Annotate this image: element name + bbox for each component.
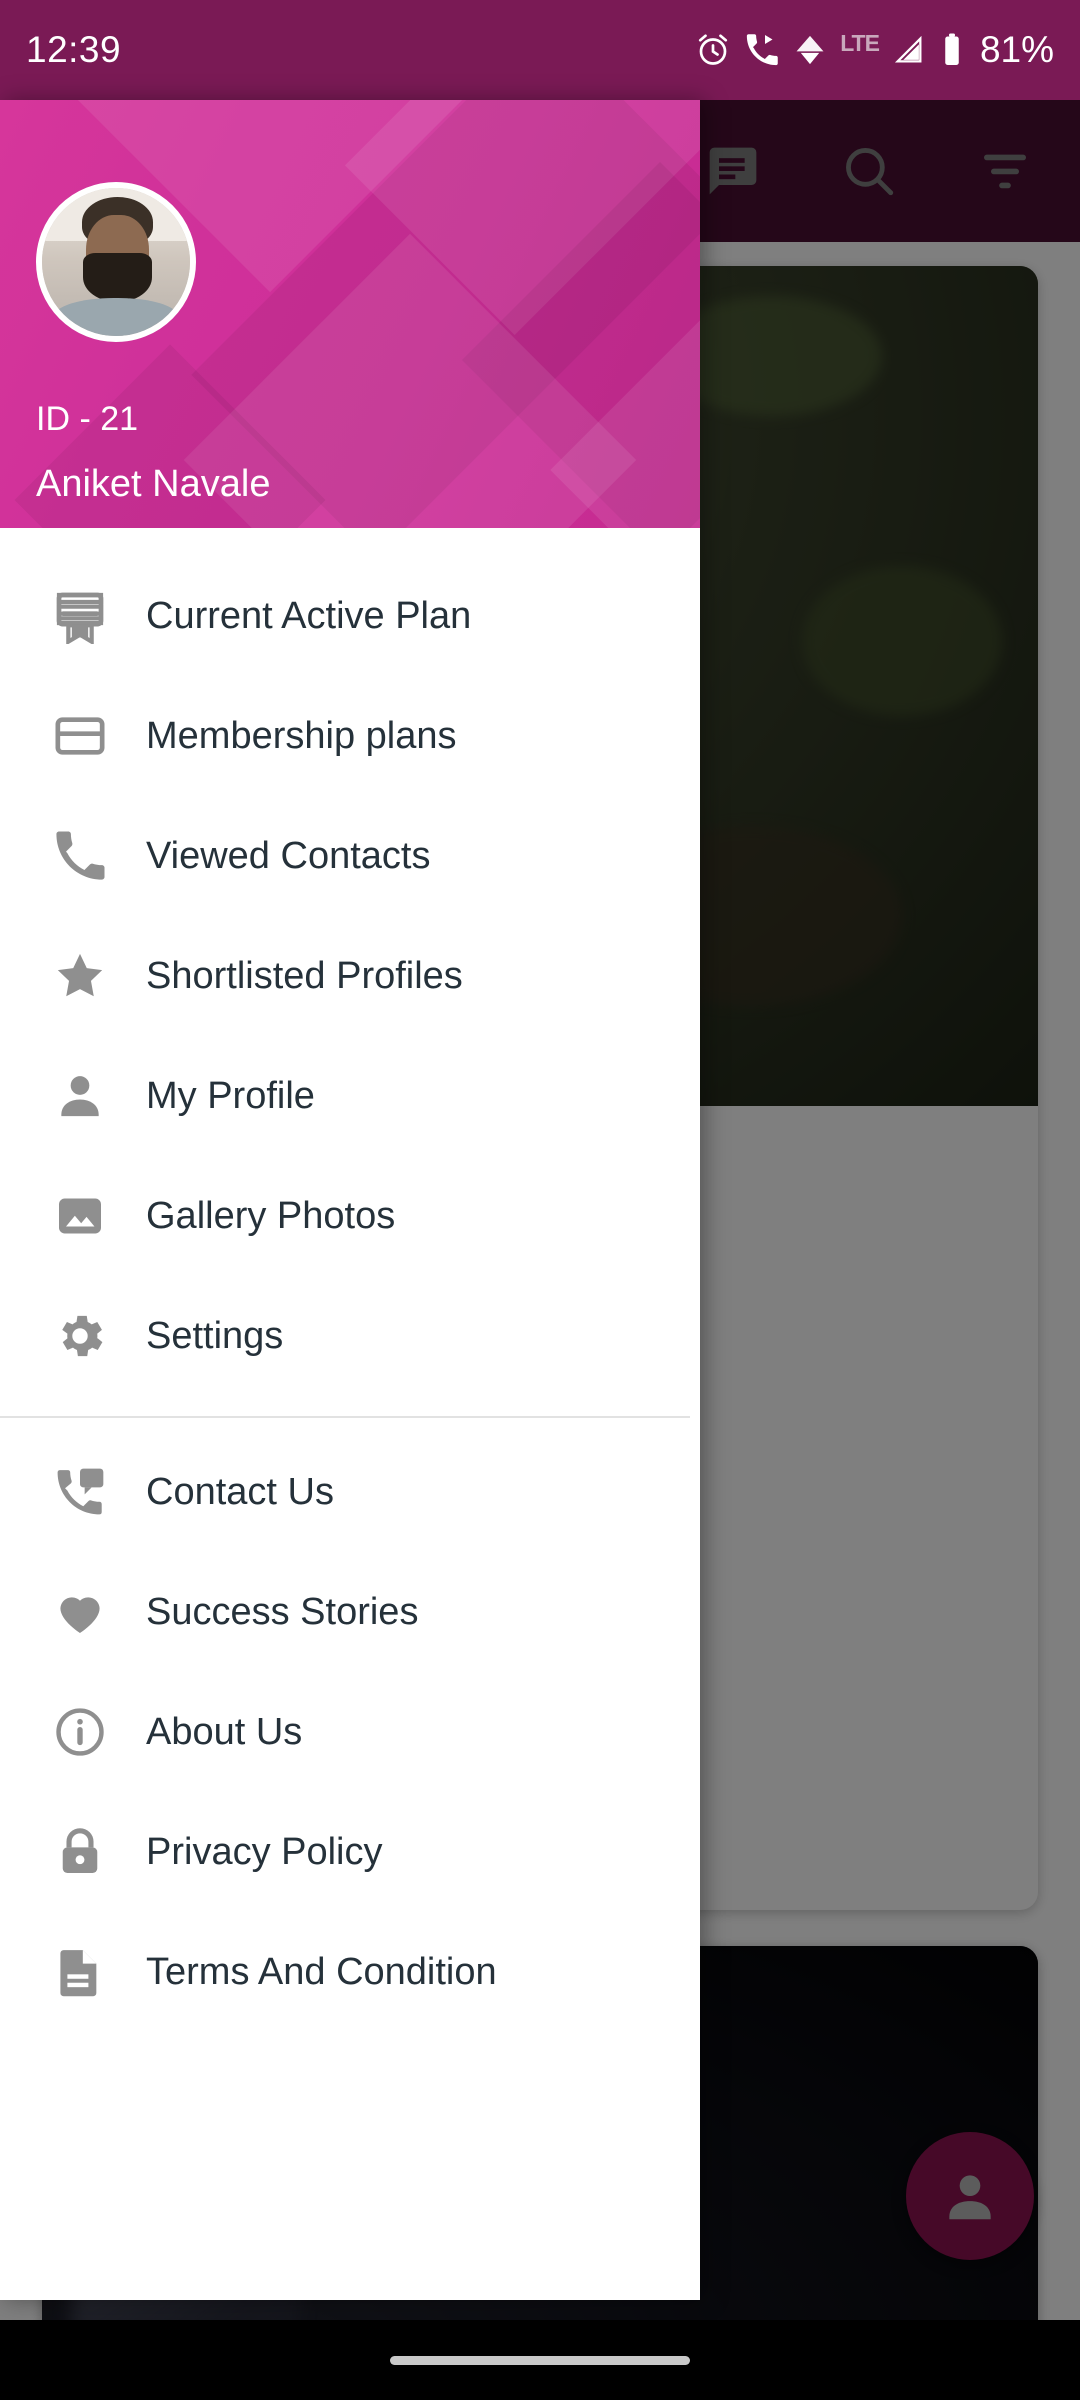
sidebar-item-terms-and-condition[interactable]: Terms And Condition	[0, 1912, 700, 2032]
star-icon	[52, 948, 120, 1004]
subscription-icon	[52, 588, 120, 644]
sidebar-item-label: Settings	[146, 1314, 284, 1357]
sidebar-item-privacy-policy[interactable]: Privacy Policy	[0, 1792, 700, 1912]
sidebar-item-my-profile[interactable]: My Profile	[0, 1036, 700, 1156]
person-icon	[52, 1068, 120, 1124]
user-name-label: Aniket Navale	[36, 463, 271, 505]
sidebar-item-label: Membership plans	[146, 714, 457, 757]
status-icons: LTE 81%	[695, 29, 1054, 71]
battery-percent-label: 81%	[979, 29, 1054, 70]
sidebar-item-label: My Profile	[146, 1074, 315, 1117]
drawer-user-info: ID - 21 Aniket Navale 997****966	[36, 400, 270, 528]
info-icon	[52, 1704, 120, 1760]
sidebar-item-label: Success Stories	[146, 1590, 419, 1633]
status-bar: 12:39 LTE 81%	[0, 0, 1080, 100]
phone-icon	[52, 828, 120, 884]
network-type-label: LTE	[840, 29, 880, 56]
drawer-menu: Current Active Plan Membership plans Vie…	[0, 528, 700, 2032]
sidebar-item-label: Gallery Photos	[146, 1194, 396, 1237]
avatar[interactable]	[36, 182, 196, 342]
phone-screen: ratha urs. I am looking erstanding. Mess…	[0, 0, 1080, 2400]
sidebar-item-label: Contact Us	[146, 1470, 334, 1513]
gear-icon	[52, 1308, 120, 1364]
call-forward-icon	[747, 34, 778, 66]
alarm-icon	[699, 34, 728, 65]
sidebar-item-shortlisted-profiles[interactable]: Shortlisted Profiles	[0, 916, 700, 1036]
navigation-gesture-bar[interactable]	[0, 2320, 1080, 2400]
photo-icon	[52, 1188, 120, 1244]
document-icon	[52, 1944, 120, 2000]
credit-card-icon	[52, 708, 120, 764]
user-id-label: ID - 21	[36, 400, 139, 438]
sidebar-item-membership-plans[interactable]: Membership plans	[0, 676, 700, 796]
sidebar-item-current-active-plan[interactable]: Current Active Plan	[0, 556, 700, 676]
drawer-header: ID - 21 Aniket Navale 997****966	[0, 100, 700, 528]
heart-icon	[52, 1584, 120, 1640]
sidebar-item-label: Terms And Condition	[146, 1950, 497, 1993]
sidebar-item-viewed-contacts[interactable]: Viewed Contacts	[0, 796, 700, 916]
wifi-icon	[796, 35, 824, 65]
sidebar-item-gallery-photos[interactable]: Gallery Photos	[0, 1156, 700, 1276]
sidebar-item-label: Viewed Contacts	[146, 834, 431, 877]
sidebar-item-label: About Us	[146, 1710, 303, 1753]
sidebar-item-label: Shortlisted Profiles	[146, 954, 463, 997]
home-gesture-pill[interactable]	[390, 2355, 690, 2365]
menu-divider	[0, 1416, 690, 1418]
lock-icon	[52, 1824, 120, 1880]
status-time: 12:39	[26, 29, 122, 70]
sidebar-item-settings[interactable]: Settings	[0, 1276, 700, 1396]
battery-icon	[945, 33, 959, 65]
contact-support-icon	[52, 1464, 120, 1520]
sidebar-item-about-us[interactable]: About Us	[0, 1672, 700, 1792]
navigation-drawer[interactable]: ID - 21 Aniket Navale 997****966 Current…	[0, 100, 700, 2300]
signal-icon	[894, 35, 922, 63]
sidebar-item-label: Current Active Plan	[146, 594, 472, 637]
sidebar-item-label: Privacy Policy	[146, 1830, 383, 1873]
sidebar-item-success-stories[interactable]: Success Stories	[0, 1552, 700, 1672]
sidebar-item-contact-us[interactable]: Contact Us	[0, 1432, 700, 1552]
